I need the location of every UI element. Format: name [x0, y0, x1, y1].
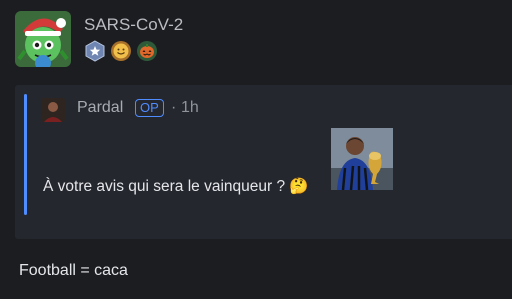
- quote-author-avatar[interactable]: [41, 98, 65, 122]
- player-with-trophy-image-icon: [331, 128, 393, 190]
- username[interactable]: SARS-CoV-2: [84, 15, 183, 35]
- quoted-post[interactable]: Pardal OP · 1h À votre avis qui sera le …: [15, 85, 512, 239]
- star-badge-icon[interactable]: [84, 40, 106, 62]
- post-timestamp[interactable]: 1h: [181, 99, 199, 117]
- post-header: SARS-CoV-2: [0, 0, 512, 80]
- reply-body-text: Football = caca: [19, 262, 128, 279]
- op-badge: OP: [135, 99, 164, 117]
- avatar[interactable]: [15, 11, 71, 67]
- quote-author-name[interactable]: Pardal: [77, 99, 123, 117]
- quote-accent-bar: [24, 94, 27, 215]
- person-avatar-icon: [41, 98, 65, 122]
- attached-image[interactable]: [331, 128, 393, 190]
- pumpkin-badge-icon[interactable]: [136, 40, 158, 62]
- quote-body-text: À votre avis qui sera le vainqueur ? 🤔: [43, 178, 309, 195]
- separator-dot: ·: [171, 99, 177, 116]
- smiley-badge-icon[interactable]: [110, 40, 132, 62]
- badge-list: [84, 40, 158, 64]
- avatar-illustration-icon: [15, 11, 71, 67]
